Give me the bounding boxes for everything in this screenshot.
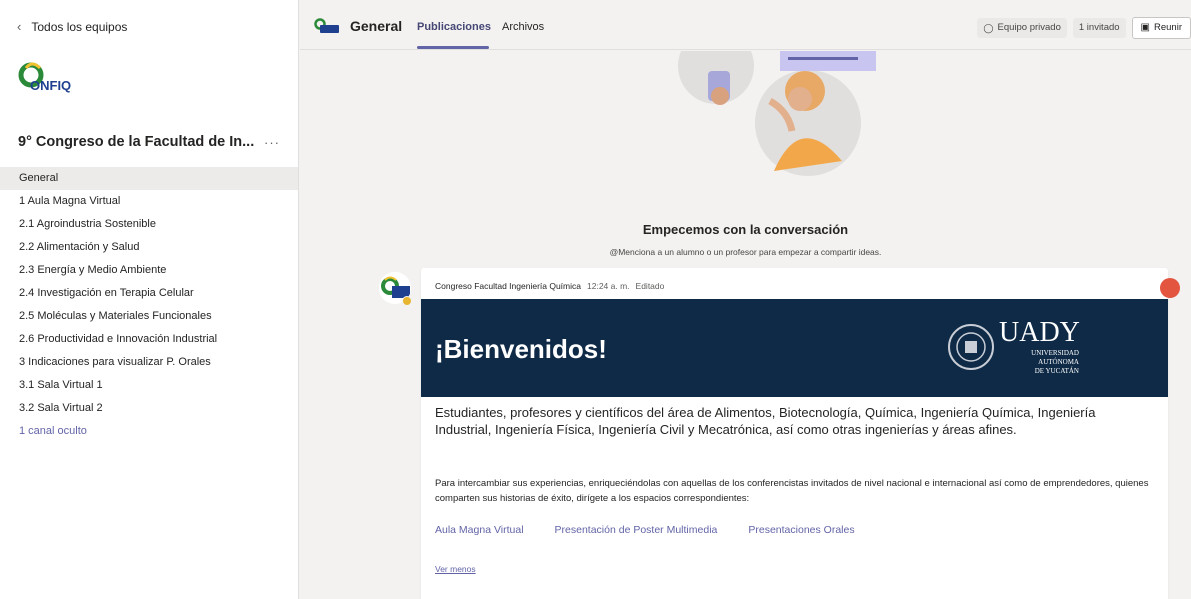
sidebar: ‹ Todos los equipos ONFIQ 9° Congreso de… xyxy=(0,0,299,599)
channel-header: General Publicaciones Archivos ◯ Equipo … xyxy=(300,0,1191,50)
channel-aula-magna[interactable]: 1 Aula Magna Virtual xyxy=(0,190,298,213)
channel-list: General 1 Aula Magna Virtual 2.1 Agroind… xyxy=(0,167,298,443)
post-edited-label: Editado xyxy=(635,281,665,291)
empty-state-title: Empecemos con la conversación xyxy=(642,222,849,237)
meet-button[interactable]: ▣ Reunir xyxy=(1131,17,1191,39)
post-meta: Congreso Facultad Ingeniería Química 12:… xyxy=(435,281,664,291)
team-logo: ONFIQ xyxy=(18,62,71,93)
svg-text:AUTÓNOMA: AUTÓNOMA xyxy=(1038,358,1079,366)
post-body-text: Para intercambiar sus experiencias, enri… xyxy=(435,478,1149,504)
link-aula-magna[interactable]: Aula Magna Virtual xyxy=(435,524,524,536)
presence-status-icon xyxy=(402,296,412,306)
channel-title: General xyxy=(350,18,403,34)
hidden-channels-link[interactable]: 1 canal oculto xyxy=(0,420,298,443)
tab-publicaciones[interactable]: Publicaciones xyxy=(417,21,491,33)
svg-text:DE YUCATÁN: DE YUCATÁN xyxy=(1035,367,1079,375)
post-lead-text: Estudiantes, profesores y científicos de… xyxy=(435,405,1096,437)
uady-logo: UADY UNIVERSIDAD AUTÓNOMA DE YUCATÁN xyxy=(948,317,1080,375)
link-presentaciones-orales[interactable]: Presentaciones Orales xyxy=(748,524,854,536)
channel-indicaciones[interactable]: 3 Indicaciones para visualizar P. Orales xyxy=(0,351,298,374)
welcome-illustration xyxy=(678,51,876,176)
chevron-left-icon: ‹ xyxy=(17,19,22,34)
channel-logo xyxy=(314,18,339,33)
header-actions: ◯ Equipo privado 1 invitado ▣ Reunir xyxy=(977,17,1191,39)
channel-general[interactable]: General xyxy=(0,167,298,190)
team-name: 9° Congreso de la Facultad de In... xyxy=(18,134,255,150)
channel-agroindustria[interactable]: 2.1 Agroindustria Sostenible xyxy=(0,213,298,236)
svg-text:UNIVERSIDAD: UNIVERSIDAD xyxy=(1031,349,1079,357)
back-to-teams-link[interactable]: ‹ Todos los equipos xyxy=(17,19,127,34)
conversation-area: Empecemos con la conversación @Menciona … xyxy=(300,51,1191,599)
empty-state-subtitle: @Menciona a un alumno o un profesor para… xyxy=(609,247,882,257)
channel-energia[interactable]: 2.3 Energía y Medio Ambiente xyxy=(0,259,298,282)
welcome-banner: ¡Bienvenidos! UADY UNIVERSIDAD AUTÓNOMA … xyxy=(421,299,1168,397)
more-options-button[interactable]: ··· xyxy=(264,135,280,150)
channel-sala-virtual-1[interactable]: 3.1 Sala Virtual 1 xyxy=(0,374,298,397)
eye-icon: ◯ xyxy=(983,23,994,33)
banner-title: ¡Bienvenidos! xyxy=(435,334,607,364)
channel-moleculas[interactable]: 2.5 Moléculas y Materiales Funcionales xyxy=(0,305,298,328)
channel-terapia-celular[interactable]: 2.4 Investigación en Terapia Celular xyxy=(0,282,298,305)
back-label: Todos los equipos xyxy=(31,19,128,34)
channel-alimentacion[interactable]: 2.2 Alimentación y Salud xyxy=(0,236,298,259)
meet-label: Reunir xyxy=(1154,22,1182,33)
guests-label: 1 invitado xyxy=(1078,22,1120,33)
post-time: 12:24 a. m. xyxy=(587,281,630,291)
private-team-badge[interactable]: ◯ Equipo privado xyxy=(977,18,1067,38)
tab-archivos[interactable]: Archivos xyxy=(502,21,544,33)
active-tab-indicator xyxy=(417,46,489,49)
post-author[interactable]: Congreso Facultad Ingeniería Química xyxy=(435,281,581,291)
svg-text:ONFIQ: ONFIQ xyxy=(30,78,71,93)
announcement-megaphone-icon xyxy=(1160,278,1180,298)
post-links: Aula Magna Virtual Presentación de Poste… xyxy=(435,524,855,536)
channel-sala-virtual-2[interactable]: 3.2 Sala Virtual 2 xyxy=(0,397,298,420)
private-team-label: Equipo privado xyxy=(997,22,1061,33)
link-poster-multimedia[interactable]: Presentación de Poster Multimedia xyxy=(555,524,718,536)
guests-badge[interactable]: 1 invitado xyxy=(1072,18,1126,38)
team-header: 9° Congreso de la Facultad de In... ··· xyxy=(18,134,288,150)
see-less-link[interactable]: Ver menos xyxy=(435,564,476,574)
video-camera-icon: ▣ xyxy=(1140,22,1150,33)
svg-text:UADY: UADY xyxy=(999,317,1080,348)
post-card: Congreso Facultad Ingeniería Química 12:… xyxy=(421,268,1180,599)
channel-productividad[interactable]: 2.6 Productividad e Innovación Industria… xyxy=(0,328,298,351)
